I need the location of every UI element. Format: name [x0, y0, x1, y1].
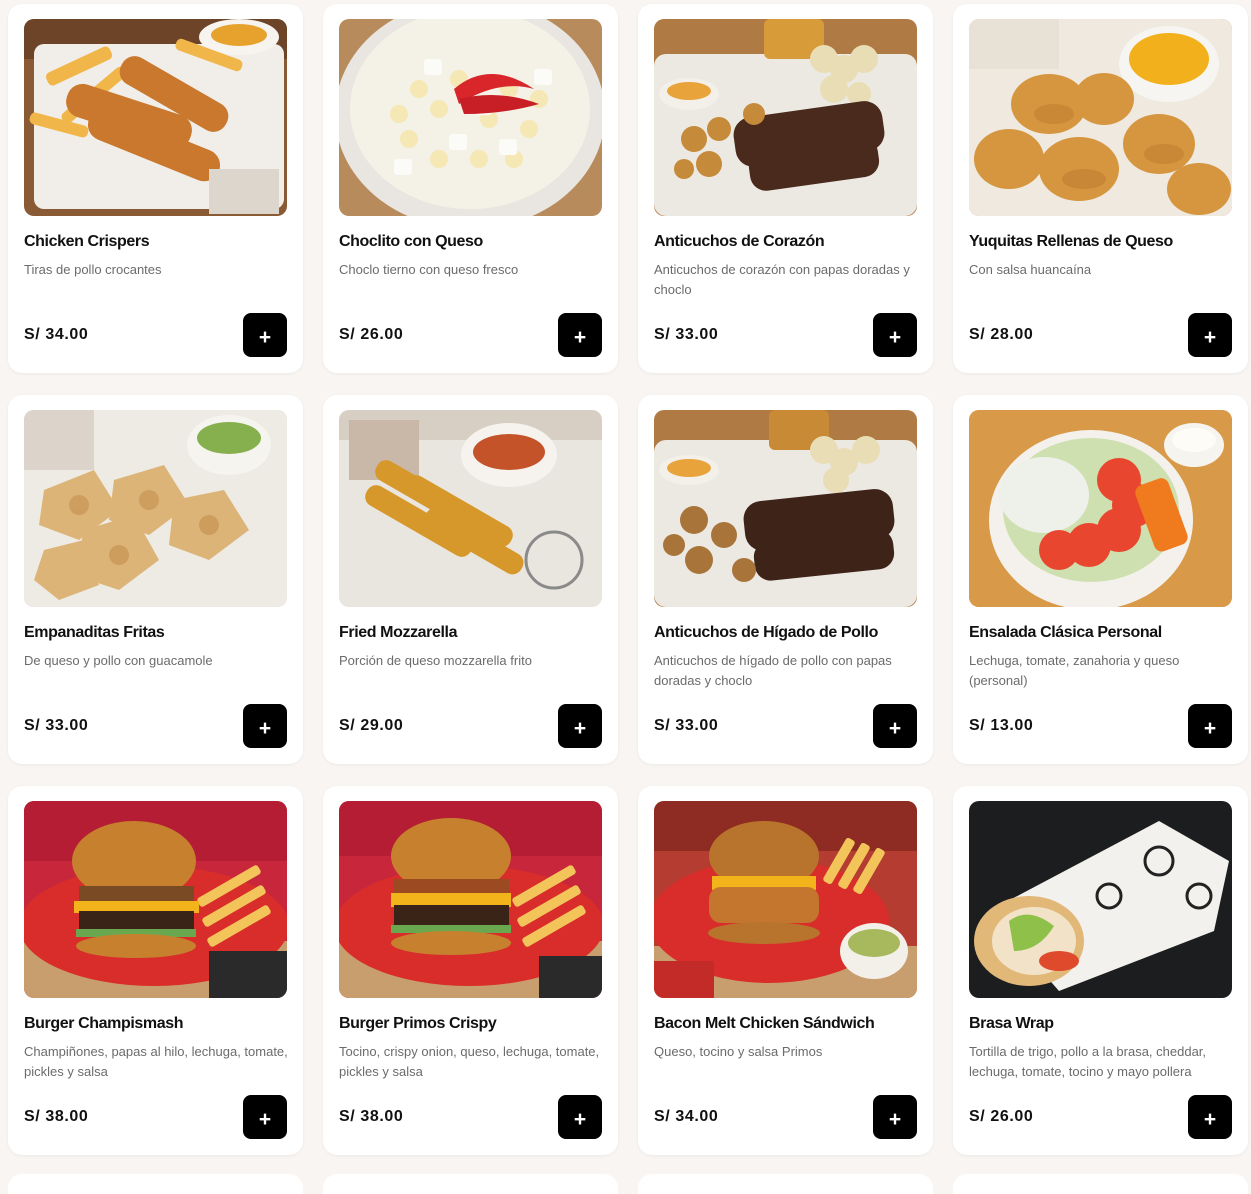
add-to-cart-button[interactable]: + [1188, 313, 1232, 357]
product-card[interactable]: Anticuchos de Corazón Anticuchos de cora… [638, 4, 933, 373]
product-grid: Chicken Crispers Tiras de pollo crocante… [8, 4, 1248, 1155]
add-to-cart-button[interactable]: + [873, 313, 917, 357]
product-name[interactable]: Anticuchos de Hígado de Pollo [654, 624, 921, 642]
product-name[interactable]: Burger Champismash [24, 1015, 291, 1033]
product-price: S/ 34.00 [654, 1108, 719, 1125]
product-card[interactable]: Choclito con Queso Choclo tierno con que… [323, 4, 618, 373]
product-description: Con salsa huancaína [969, 262, 1092, 277]
product-card[interactable]: Brasa Wrap Tortilla de trigo, pollo a la… [953, 786, 1248, 1155]
plus-icon: + [1203, 716, 1217, 740]
product-name[interactable]: Brasa Wrap [969, 1015, 1236, 1033]
add-to-cart-button[interactable]: + [873, 1095, 917, 1139]
product-card-partial [8, 1174, 303, 1194]
product-photo[interactable] [339, 410, 602, 607]
add-to-cart-button[interactable]: + [873, 704, 917, 748]
product-price: S/ 34.00 [24, 326, 89, 343]
product-photo[interactable] [24, 19, 287, 216]
add-to-cart-button[interactable]: + [558, 704, 602, 748]
product-description: Choclo tierno con queso fresco [339, 262, 519, 277]
plus-icon: + [573, 716, 587, 740]
product-description: De queso y pollo con guacamole [24, 653, 213, 668]
plus-icon: + [258, 716, 272, 740]
product-card-partial [638, 1174, 933, 1194]
product-description: Queso, tocino y salsa Primos [654, 1044, 823, 1059]
product-price: S/ 26.00 [969, 1108, 1034, 1125]
plus-icon: + [258, 325, 272, 349]
product-photo[interactable] [654, 410, 917, 607]
product-photo[interactable] [339, 19, 602, 216]
add-to-cart-button[interactable]: + [243, 704, 287, 748]
plus-icon: + [888, 325, 902, 349]
product-price: S/ 28.00 [969, 326, 1034, 343]
product-card[interactable]: Chicken Crispers Tiras de pollo crocante… [8, 4, 303, 373]
product-photo[interactable] [24, 801, 287, 998]
product-card[interactable]: Anticuchos de Hígado de Pollo Anticuchos… [638, 395, 933, 764]
product-photo[interactable] [969, 410, 1232, 607]
product-name[interactable]: Anticuchos de Corazón [654, 233, 921, 251]
product-name[interactable]: Burger Primos Crispy [339, 1015, 606, 1033]
product-description: Anticuchos de hígado de pollo con papas … [654, 653, 892, 688]
product-photo[interactable] [654, 19, 917, 216]
product-card[interactable]: Empanaditas Fritas De queso y pollo con … [8, 395, 303, 764]
product-name[interactable]: Choclito con Queso [339, 233, 606, 251]
add-to-cart-button[interactable]: + [243, 1095, 287, 1139]
product-photo[interactable] [969, 801, 1232, 998]
product-description: Champiñones, papas al hilo, lechuga, tom… [24, 1044, 288, 1079]
product-name[interactable]: Chicken Crispers [24, 233, 291, 251]
product-price: S/ 38.00 [24, 1108, 89, 1125]
add-to-cart-button[interactable]: + [558, 1095, 602, 1139]
product-price: S/ 33.00 [654, 326, 719, 343]
plus-icon: + [1203, 325, 1217, 349]
product-price: S/ 33.00 [654, 717, 719, 734]
product-card[interactable]: Bacon Melt Chicken Sándwich Queso, tocin… [638, 786, 933, 1155]
product-card[interactable]: Ensalada Clásica Personal Lechuga, tomat… [953, 395, 1248, 764]
product-description: Tortilla de trigo, pollo a la brasa, che… [969, 1044, 1207, 1079]
product-name[interactable]: Ensalada Clásica Personal [969, 624, 1236, 642]
product-card-partial [953, 1174, 1248, 1194]
product-price: S/ 13.00 [969, 717, 1034, 734]
product-description: Tocino, crispy onion, queso, lechuga, to… [339, 1044, 600, 1079]
product-price: S/ 29.00 [339, 717, 404, 734]
product-description: Porción de queso mozzarella frito [339, 653, 532, 668]
product-photo[interactable] [24, 410, 287, 607]
plus-icon: + [1203, 1107, 1217, 1131]
product-name[interactable]: Yuquitas Rellenas de Queso [969, 233, 1236, 251]
plus-icon: + [573, 1107, 587, 1131]
add-to-cart-button[interactable]: + [1188, 1095, 1232, 1139]
plus-icon: + [888, 716, 902, 740]
product-price: S/ 38.00 [339, 1108, 404, 1125]
add-to-cart-button[interactable]: + [243, 313, 287, 357]
product-description: Tiras de pollo crocantes [24, 262, 162, 277]
product-card[interactable]: Burger Champismash Champiñones, papas al… [8, 786, 303, 1155]
product-description: Lechuga, tomate, zanahoria y queso (pers… [969, 653, 1180, 688]
plus-icon: + [573, 325, 587, 349]
product-card[interactable]: Fried Mozzarella Porción de queso mozzar… [323, 395, 618, 764]
product-card[interactable]: Yuquitas Rellenas de Queso Con salsa hua… [953, 4, 1248, 373]
product-description: Anticuchos de corazón con papas doradas … [654, 262, 910, 297]
add-to-cart-button[interactable]: + [558, 313, 602, 357]
add-to-cart-button[interactable]: + [1188, 704, 1232, 748]
product-card[interactable]: Burger Primos Crispy Tocino, crispy onio… [323, 786, 618, 1155]
product-photo[interactable] [969, 19, 1232, 216]
product-name[interactable]: Empanaditas Fritas [24, 624, 291, 642]
plus-icon: + [258, 1107, 272, 1131]
product-name[interactable]: Bacon Melt Chicken Sándwich [654, 1015, 921, 1033]
product-card-partial [323, 1174, 618, 1194]
product-price: S/ 33.00 [24, 717, 89, 734]
product-photo[interactable] [339, 801, 602, 998]
plus-icon: + [888, 1107, 902, 1131]
product-name[interactable]: Fried Mozzarella [339, 624, 606, 642]
product-price: S/ 26.00 [339, 326, 404, 343]
product-photo[interactable] [654, 801, 917, 998]
